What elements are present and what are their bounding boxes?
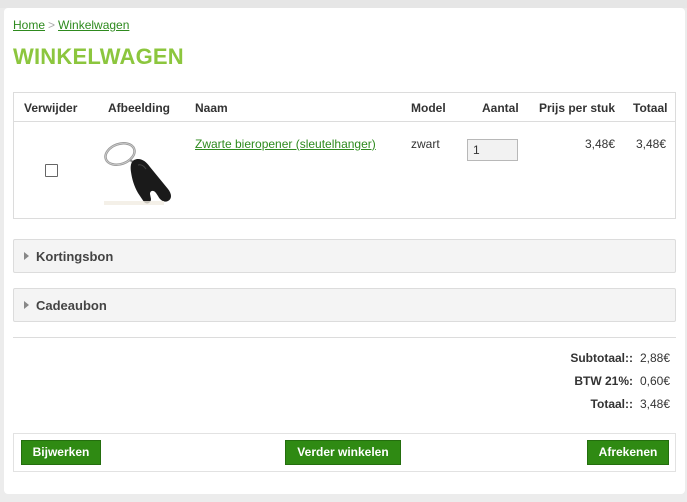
voucher-panel-label: Cadeaubon bbox=[36, 298, 107, 313]
checkout-button[interactable]: Afrekenen bbox=[587, 440, 669, 465]
page-background-strip bbox=[0, 0, 687, 8]
product-image[interactable] bbox=[98, 133, 178, 211]
product-name-link[interactable]: Zwarte bieropener (sleutelhanger) bbox=[195, 137, 376, 151]
totals-row-total: Totaal:: 3,48€ bbox=[370, 397, 670, 420]
total-value: 3,48€ bbox=[639, 397, 670, 411]
product-unit-price: 3,48€ bbox=[585, 137, 616, 151]
remove-item-checkbox[interactable] bbox=[45, 164, 58, 177]
header-total: Totaal bbox=[633, 101, 668, 115]
breadcrumb-home-link[interactable]: Home bbox=[13, 18, 45, 32]
header-remove: Verwijder bbox=[24, 101, 78, 115]
product-total: 3,48€ bbox=[636, 137, 667, 151]
cart-page: Home > Winkelwagen WINKELWAGEN Verwijder A… bbox=[4, 8, 685, 494]
subtotal-value: 2,88€ bbox=[639, 351, 670, 365]
totals-row-subtotal: Subtotaal:: 2,88€ bbox=[370, 351, 670, 374]
header-name: Naam bbox=[195, 101, 228, 115]
update-cart-button[interactable]: Bijwerken bbox=[21, 440, 101, 465]
caret-right-icon bbox=[24, 301, 29, 309]
vat-label: BTW 21%: bbox=[574, 374, 633, 388]
order-totals: Subtotaal:: 2,88€ BTW 21%: 0,60€ Totaal:… bbox=[370, 351, 670, 420]
cart-button-bar: Bijwerken Verder winkelen Afrekenen bbox=[13, 433, 676, 472]
product-model: zwart bbox=[411, 137, 440, 151]
header-unit-price: Prijs per stuk bbox=[539, 101, 616, 115]
header-image: Afbeelding bbox=[108, 101, 170, 115]
coupon-panel-label: Kortingsbon bbox=[36, 249, 114, 264]
bottle-opener-image bbox=[104, 142, 171, 205]
product-name[interactable]: Zwarte bieropener (sleutelhanger) bbox=[195, 137, 376, 151]
breadcrumb: Home > Winkelwagen bbox=[13, 18, 129, 32]
quantity-input[interactable] bbox=[467, 139, 518, 161]
breadcrumb-separator: > bbox=[48, 18, 56, 32]
total-label: Totaal:: bbox=[590, 397, 633, 411]
section-divider bbox=[13, 337, 676, 338]
continue-shopping-button[interactable]: Verder winkelen bbox=[285, 440, 401, 465]
cart-table: Verwijder Afbeelding Naam Model Aantal P… bbox=[13, 92, 676, 219]
voucher-panel[interactable]: Cadeaubon bbox=[13, 288, 676, 322]
coupon-panel[interactable]: Kortingsbon bbox=[13, 239, 676, 273]
breadcrumb-cart-link[interactable]: Winkelwagen bbox=[58, 18, 129, 32]
subtotal-label: Subtotaal:: bbox=[570, 351, 633, 365]
cart-table-header: Verwijder Afbeelding Naam Model Aantal P… bbox=[14, 93, 675, 122]
header-model: Model bbox=[411, 101, 446, 115]
totals-row-vat: BTW 21%: 0,60€ bbox=[370, 374, 670, 397]
vat-value: 0,60€ bbox=[639, 374, 670, 388]
caret-right-icon bbox=[24, 252, 29, 260]
header-quantity: Aantal bbox=[482, 101, 519, 115]
page-title: WINKELWAGEN bbox=[13, 44, 184, 69]
